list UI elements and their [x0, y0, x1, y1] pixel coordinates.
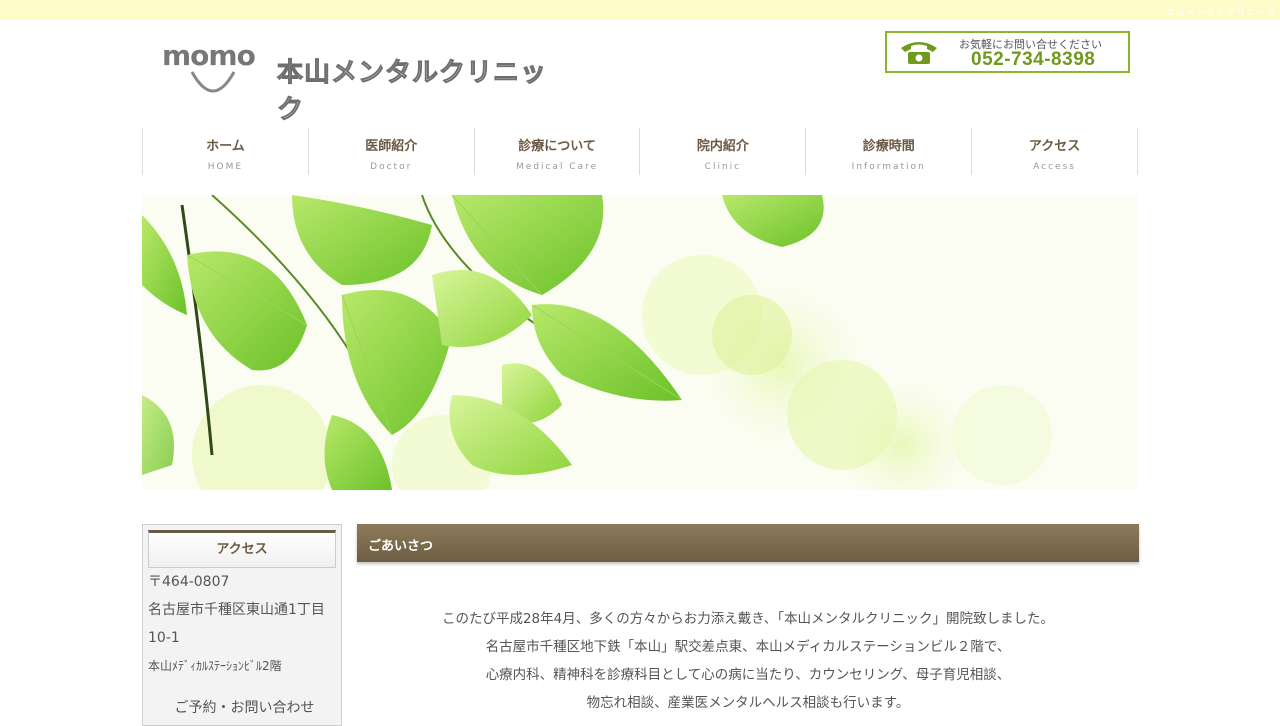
- logo-momo-text: momo: [162, 39, 256, 72]
- greeting-paragraph: このたび平成28年4月、多くの方々からお力添え戴き、「本山メンタルクリニック」開…: [441, 611, 1055, 627]
- phone-number[interactable]: 052-734-8398: [971, 49, 1095, 71]
- nav-label: 院内紹介: [696, 139, 749, 154]
- nav-item-access[interactable]: アクセス Access: [971, 128, 1138, 175]
- top-tagline: 本山メンタルクリニック: [1165, 8, 1276, 18]
- greeting-title: ごあいさつ: [368, 539, 434, 554]
- sidebar-access: アクセス 〒464-0807 名古屋市千種区東山通1丁目 10-1 本山ﾒﾃﾞｨ…: [142, 524, 342, 726]
- nav-item-medical-care[interactable]: 診療について Medical Care: [473, 128, 640, 175]
- telephone-icon: [901, 42, 937, 64]
- postal-code: 〒464-0807: [148, 574, 230, 590]
- address-line-1: 名古屋市千種区東山通1丁目: [148, 602, 325, 618]
- nav-label: 診療時間: [862, 139, 915, 154]
- smile-icon: [190, 71, 236, 93]
- greeting-paragraph: 名古屋市千種区地下鉄「本山」駅交差点東、本山メディカルステーションビル２階で、: [485, 639, 1011, 655]
- nav-label: ホーム: [206, 139, 245, 154]
- nav-item-information[interactable]: 診療時間 Information: [805, 128, 971, 175]
- address-line-2: 10-1: [148, 630, 180, 646]
- nav-item-clinic[interactable]: 院内紹介 Clinic: [639, 128, 805, 175]
- greeting-paragraph: 物忘れ相談、産業医メンタルヘルス相談も行います。: [586, 695, 910, 711]
- leaves-illustration: [142, 195, 1138, 490]
- nav-label: アクセス: [1028, 139, 1081, 154]
- nav-sublabel: HOME: [207, 162, 244, 172]
- clinic-name: 本山メンタルクリニック: [277, 58, 548, 126]
- nav-sublabel: Doctor: [370, 162, 413, 172]
- sidebar-title: アクセス: [148, 530, 336, 568]
- nav-item-doctor[interactable]: 医師紹介 Doctor: [307, 128, 474, 175]
- hero-image: [142, 195, 1138, 490]
- phone-banner[interactable]: お気軽にお問い合せください 052-734-8398: [885, 31, 1130, 73]
- nav-item-home[interactable]: ホーム HOME: [142, 128, 308, 175]
- nav-sublabel: Information: [851, 162, 926, 172]
- greeting-heading: ごあいさつ: [357, 524, 1139, 562]
- site-logo[interactable]: momo 本山メンタルクリニック: [160, 39, 550, 126]
- greeting-text: このたび平成28年4月、多くの方々からお力添え戴き、「本山メンタルクリニック」開…: [357, 605, 1139, 717]
- global-nav: ホーム HOME 医師紹介 Doctor 診療について Medical Care…: [142, 128, 1138, 175]
- nav-sublabel: Clinic: [704, 162, 742, 172]
- greeting-paragraph: 心療内科、精神科を診療科目として心の病に当たり、カウンセリング、母子育児相談、: [485, 667, 1011, 683]
- nav-label: 医師紹介: [365, 139, 418, 154]
- reservation-link[interactable]: ご予約・お問い合わせ: [148, 694, 341, 722]
- nav-label: 診療について: [518, 139, 596, 154]
- building-name: 本山ﾒﾃﾞｨｶﾙｽﾃｰｼｮﾝﾋﾞﾙ2階: [148, 659, 282, 673]
- nav-sublabel: Access: [1033, 162, 1076, 172]
- top-bar: 本山メンタルクリニック: [0, 0, 1280, 20]
- nav-sublabel: Medical Care: [515, 162, 599, 172]
